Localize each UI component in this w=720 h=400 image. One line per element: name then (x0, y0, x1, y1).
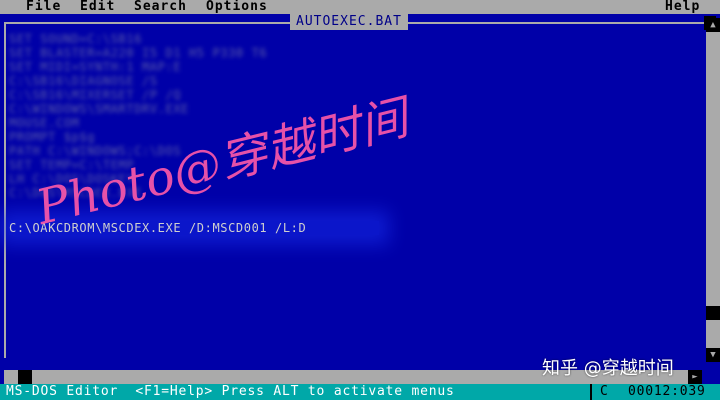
window-title: AUTOEXEC.BAT (290, 14, 408, 30)
cursor-position: 00012:039 (628, 384, 706, 399)
status-message: MS-DOS Editor <F1=Help> Press ALT to act… (6, 384, 455, 399)
scroll-up-arrow-icon[interactable]: ▲ (706, 18, 720, 32)
vertical-scroll-thumb[interactable] (706, 306, 720, 320)
editor-line[interactable]: C:\SB16\DIAGNOSE /S (9, 74, 700, 88)
status-bar: MS-DOS Editor <F1=Help> Press ALT to act… (0, 384, 720, 400)
menu-search[interactable]: Search (134, 0, 187, 14)
status-divider (590, 384, 592, 400)
horizontal-scroll-thumb[interactable] (18, 370, 32, 384)
zhihu-watermark: 知乎 @穿越时间 (542, 358, 674, 379)
editor-line[interactable]: SET SOUND=C:\SB16 (9, 32, 700, 46)
caps-indicator: C (600, 384, 609, 399)
scroll-right-arrow-icon[interactable]: ► (688, 370, 702, 384)
vertical-scrollbar[interactable]: ▲ ▼ (706, 18, 720, 362)
scroll-down-arrow-icon[interactable]: ▼ (706, 348, 720, 362)
menu-file[interactable]: File (26, 0, 61, 14)
menu-edit[interactable]: Edit (80, 0, 115, 14)
menu-bar: File Edit Search Options Help (0, 0, 720, 14)
editor-line[interactable]: SET MIDI=SYNTH:1 MAP:E (9, 60, 700, 74)
menu-options[interactable]: Options (206, 0, 268, 14)
window-frame-left (4, 22, 6, 358)
editor-line[interactable]: SET BLASTER=A220 I5 D1 H5 P330 T6 (9, 46, 700, 60)
menu-help[interactable]: Help (665, 0, 700, 14)
